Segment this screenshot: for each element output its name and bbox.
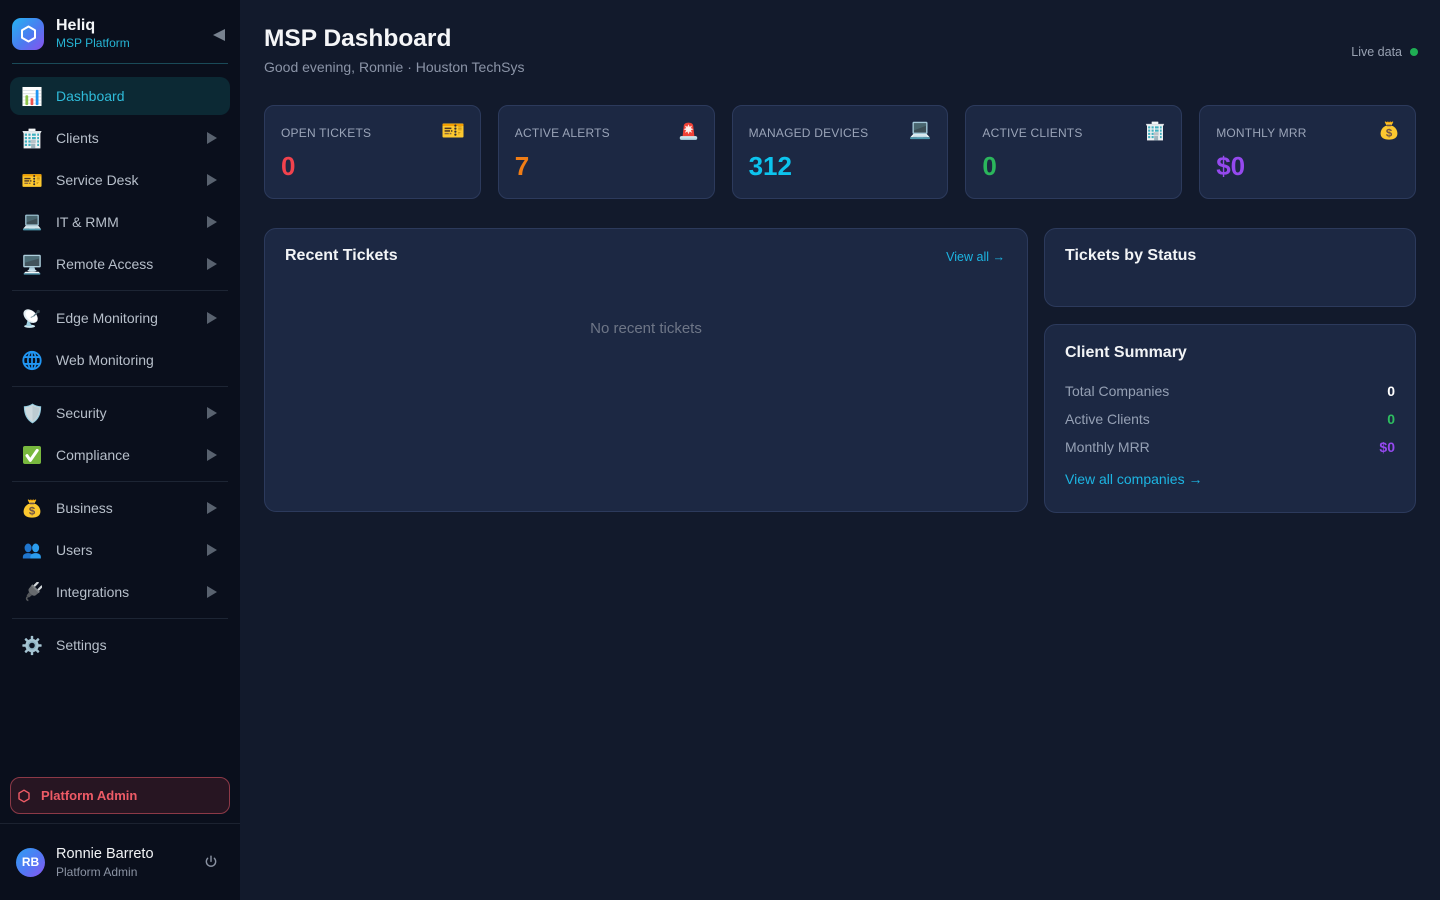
svg-text:$: $: [29, 505, 36, 517]
svg-text:$: $: [1386, 127, 1393, 139]
